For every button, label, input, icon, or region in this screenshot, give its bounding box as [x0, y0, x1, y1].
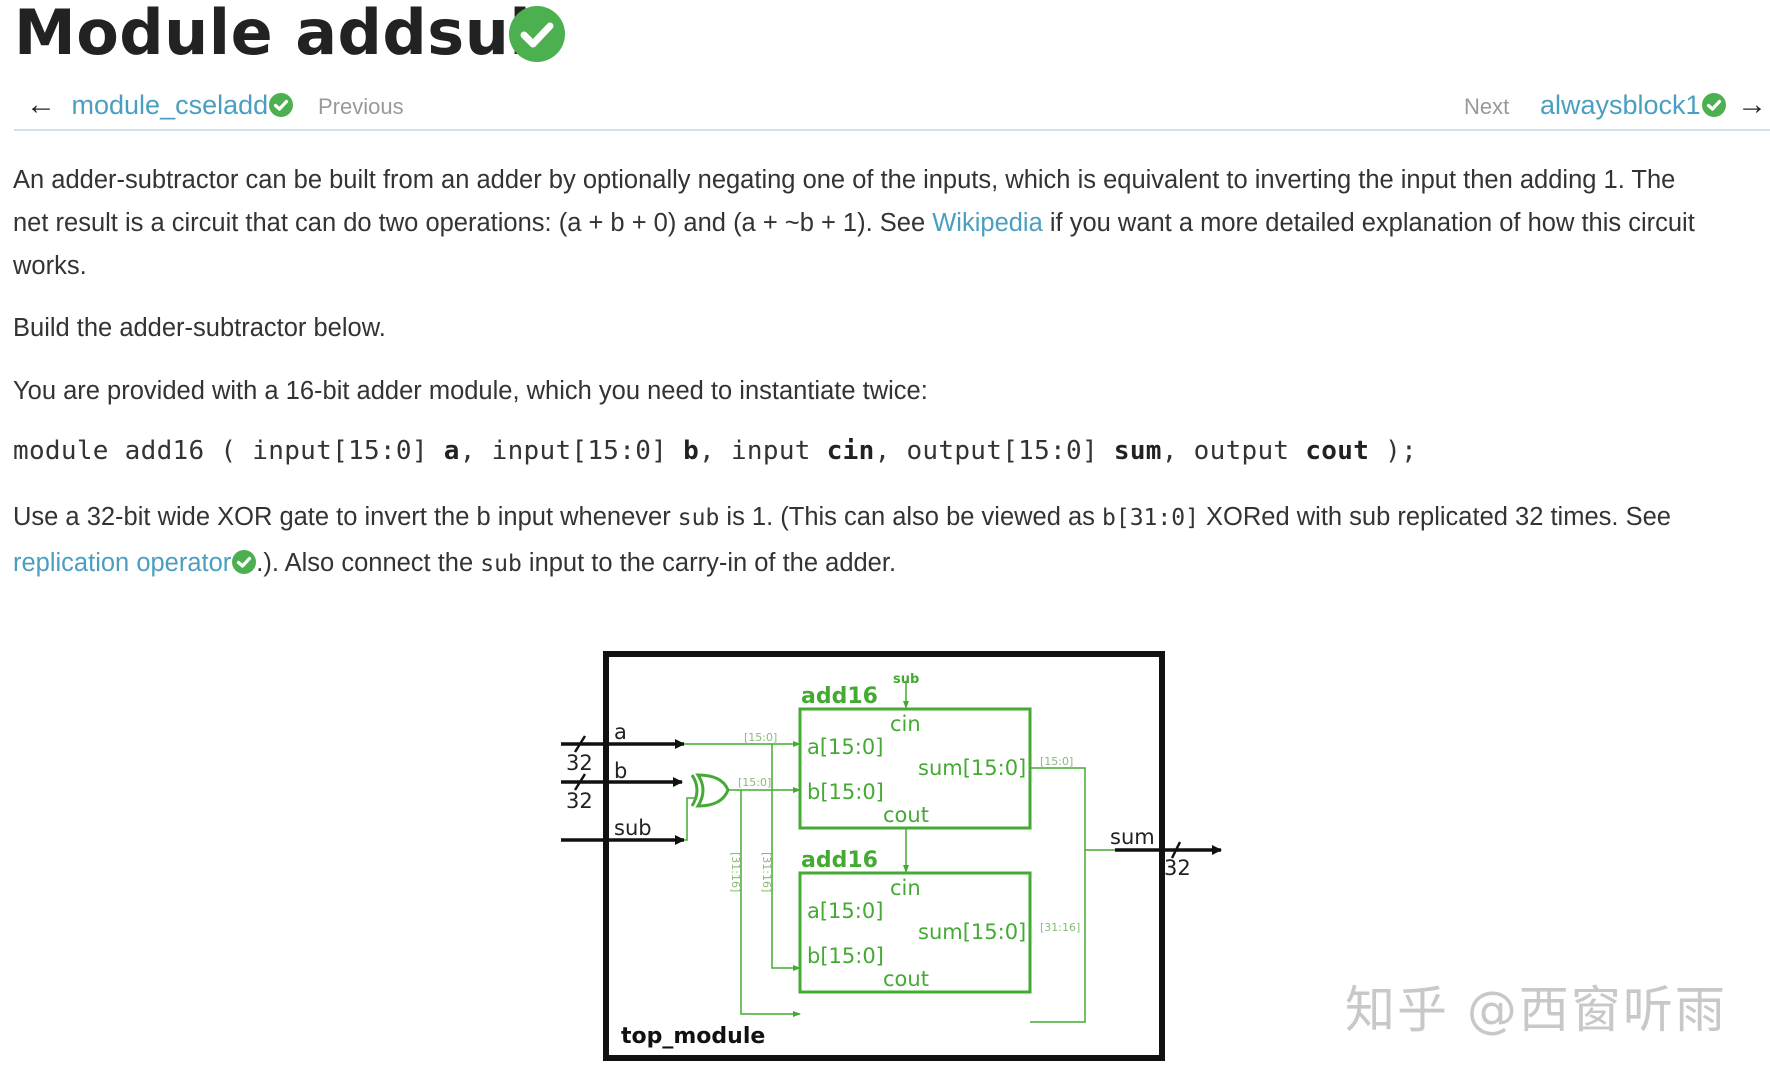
diagram-label: add16: [801, 684, 878, 709]
diagram-label: b: [614, 759, 627, 783]
diagram-label: [31:16]: [729, 852, 742, 892]
top-module-label: top_module: [621, 1024, 765, 1049]
diagram-label: sub: [893, 672, 919, 687]
sum-output-label: sum: [1110, 825, 1155, 849]
diagram-label: [15:0]: [1040, 755, 1073, 768]
diagram-label: 32: [566, 751, 593, 775]
top-module-box: [603, 651, 1165, 1061]
diagram-label: [15:0]: [744, 731, 777, 744]
diagram-label: sum[15:0]: [918, 756, 1026, 780]
diagram-label: [31:16]: [760, 852, 773, 892]
diagram-label: 32: [566, 789, 593, 813]
diagram-label: cout: [883, 803, 929, 827]
diagram-label: b[15:0]: [807, 944, 884, 968]
diagram-label: sum[15:0]: [918, 920, 1026, 944]
adder-subtractor-diagram: top_module a 32 b 32 sub sum 32 [15:0] […: [561, 651, 1222, 1061]
diagram-label: a: [614, 720, 627, 744]
diagram-label: cin: [890, 712, 921, 736]
diagram-label: cin: [890, 876, 921, 900]
diagram-label: add16: [801, 848, 878, 873]
diagram-label: a[15:0]: [807, 735, 883, 759]
diagram-label: 32: [1164, 856, 1191, 880]
diagram-label: cout: [883, 967, 929, 991]
diagram-label: [15:0]: [738, 776, 771, 789]
diagram-label: [31:16]: [1040, 921, 1080, 934]
diagram-label: b[15:0]: [807, 780, 884, 804]
diagram-label: sub: [614, 816, 652, 840]
diagram-label: a[15:0]: [807, 899, 883, 923]
watermark: 知乎 @西窗听雨: [1345, 981, 1727, 1039]
